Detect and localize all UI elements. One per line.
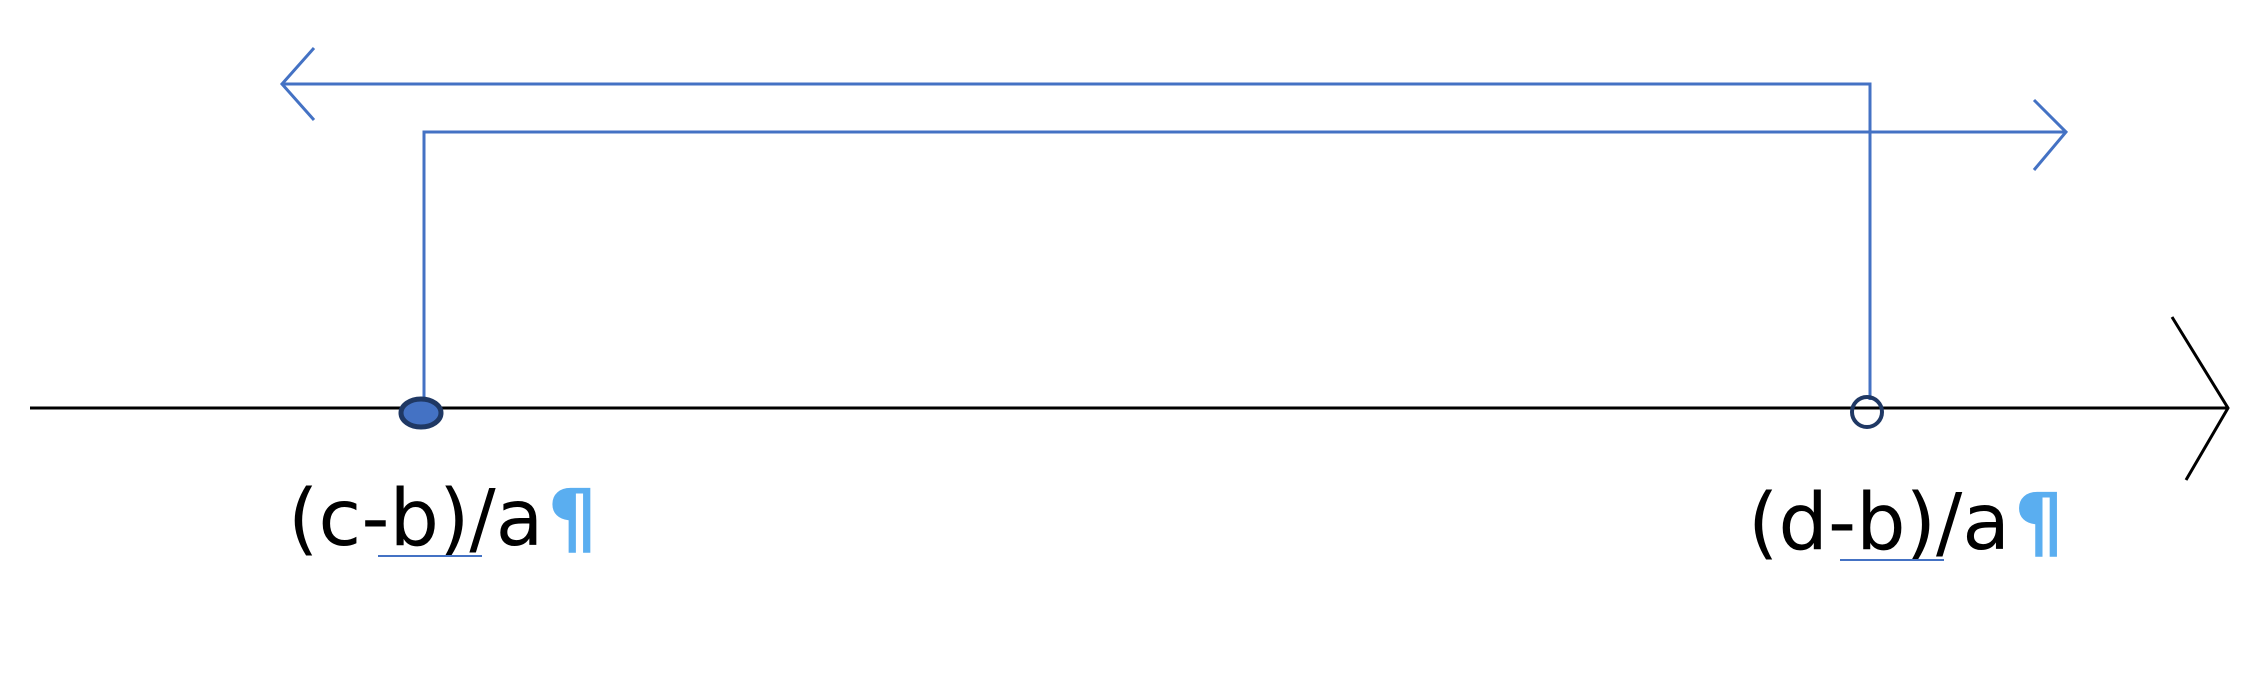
pilcrow-mark-left: ¶ — [547, 474, 598, 564]
closed-point-left — [398, 396, 444, 430]
label-right-text: (d-b)/a — [1748, 478, 2011, 568]
label-left-endpoint: (c-b)/a¶ — [288, 480, 597, 558]
right-ray-arrowhead — [2032, 98, 2069, 171]
label-right-endpoint: (d-b)/a¶ — [1748, 484, 2064, 562]
label-left-text: (c-b)/a — [288, 474, 544, 564]
number-line-diagram — [30, 47, 2230, 481]
open-point-right — [1850, 395, 1884, 429]
right-ray-bracket — [422, 130, 2066, 400]
pilcrow-mark-right: ¶ — [2014, 478, 2064, 568]
underline-left — [378, 555, 482, 557]
axis-arrowhead — [2170, 316, 2230, 481]
underline-right — [1840, 559, 1944, 561]
